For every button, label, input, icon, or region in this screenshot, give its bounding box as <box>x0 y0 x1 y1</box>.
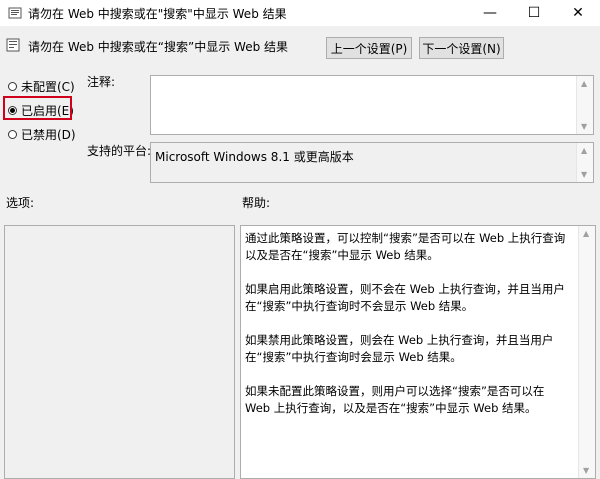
setting-title: 请勿在 Web 中搜索或在“搜索”中显示 Web 结果 <box>28 40 289 54</box>
scroll-down-icon[interactable]: ▼ <box>581 122 587 131</box>
option-disabled[interactable]: 已禁用(D) <box>8 126 76 143</box>
close-button[interactable]: ✕ <box>556 0 600 26</box>
options-pane <box>4 225 235 479</box>
help-label: 帮助: <box>242 196 271 210</box>
scroll-up-icon[interactable]: ▲ <box>581 146 587 155</box>
minimize-button[interactable]: — <box>468 0 512 26</box>
platform-scrollbar[interactable]: ▲ ▼ <box>576 143 593 182</box>
window-title: 请勿在 Web 中搜索或在"搜索"中显示 Web 结果 <box>28 7 287 21</box>
minimize-icon: — <box>483 5 497 21</box>
options-label: 选项: <box>6 196 35 210</box>
radio-not-configured[interactable] <box>8 82 17 91</box>
close-icon: ✕ <box>572 5 584 21</box>
radio-disabled[interactable] <box>8 130 17 139</box>
help-pane: 通过此策略设置，可以控制“搜索”是否可以在 Web 上执行查询以及是否在“搜索”… <box>240 225 596 479</box>
option-disabled-label: 已禁用(D) <box>21 128 76 142</box>
platform-field: Microsoft Windows 8.1 或更高版本 ▲ ▼ <box>150 142 594 183</box>
next-setting-button[interactable]: 下一个设置(N) <box>419 37 504 59</box>
maximize-button[interactable]: ☐ <box>512 0 556 26</box>
option-not-configured[interactable]: 未配置(C) <box>8 78 75 95</box>
scroll-down-icon[interactable]: ▼ <box>583 466 589 475</box>
title-bar: 请勿在 Web 中搜索或在"搜索"中显示 Web 结果 — ☐ ✕ <box>0 0 600 26</box>
platform-value: Microsoft Windows 8.1 或更高版本 <box>155 150 354 164</box>
platform-label: 支持的平台: <box>87 144 152 158</box>
enabled-highlight-box <box>3 96 72 120</box>
help-paragraph: 如果禁用此策略设置，则会在 Web 上执行查询，并且当用户在“搜索”中执行查询时… <box>245 333 554 364</box>
scroll-down-icon[interactable]: ▼ <box>581 170 587 179</box>
maximize-icon: ☐ <box>527 5 541 21</box>
setting-icon <box>6 38 20 52</box>
scroll-up-icon[interactable]: ▲ <box>583 229 589 238</box>
help-text: 通过此策略设置，可以控制“搜索”是否可以在 Web 上执行查询以及是否在“搜索”… <box>245 230 573 434</box>
help-paragraph: 如果未配置此策略设置，则用户可以选择“搜索”是否可以在 Web 上执行查询，以及… <box>245 384 545 415</box>
option-not-configured-label: 未配置(C) <box>21 80 75 94</box>
help-scrollbar[interactable]: ▲ ▼ <box>578 226 595 478</box>
policy-app-icon <box>8 7 22 19</box>
help-paragraph: 通过此策略设置，可以控制“搜索”是否可以在 Web 上执行查询以及是否在“搜索”… <box>245 231 566 262</box>
comment-scrollbar[interactable]: ▲ ▼ <box>576 76 593 134</box>
comment-textarea[interactable]: ▲ ▼ <box>150 75 594 135</box>
scroll-up-icon[interactable]: ▲ <box>581 79 587 88</box>
previous-setting-button[interactable]: 上一个设置(P) <box>326 37 412 59</box>
help-paragraph: 如果启用此策略设置，则不会在 Web 上执行查询，并且当用户在“搜索”中执行查询… <box>245 282 565 313</box>
comment-label: 注释: <box>87 75 116 89</box>
